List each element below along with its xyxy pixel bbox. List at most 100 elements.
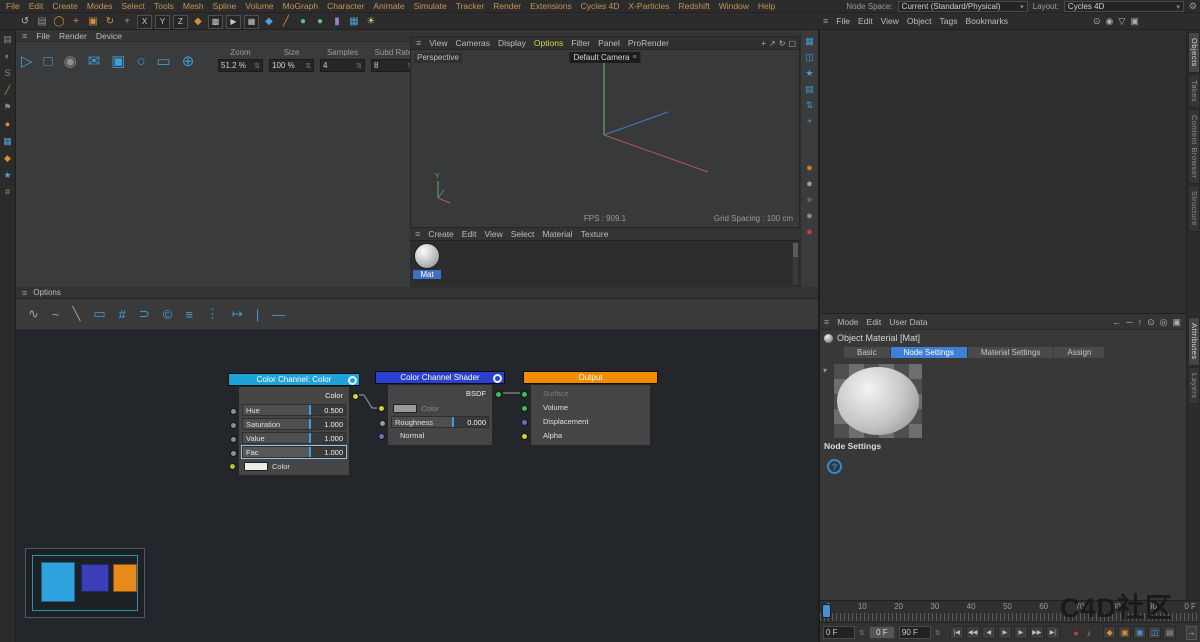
timeline-ruler[interactable]: 01020304050607080900 F [820, 600, 1200, 622]
z-axis-button[interactable]: Z [173, 15, 188, 29]
menu-item[interactable]: Volume [245, 1, 273, 11]
viewport-view[interactable]: Perspective Default Camera ≡ Y FPS : 909… [411, 50, 799, 227]
wrench-icon[interactable]: ⚙ [1189, 1, 1197, 12]
menu-item[interactable]: Bookmarks [965, 16, 1008, 26]
panel-icon[interactable]: ▣ [1172, 317, 1181, 328]
color-input-port[interactable] [229, 463, 236, 470]
marker-icon[interactable]: ● [5, 120, 10, 129]
menu-item[interactable]: Tags [939, 16, 957, 26]
menu-item[interactable]: File [36, 31, 50, 41]
parameter-row[interactable]: Fac 1.000 [242, 446, 346, 458]
color-swatch[interactable] [244, 462, 268, 471]
parameter-row[interactable]: Hue 0.500 [242, 404, 346, 416]
input-port[interactable] [521, 391, 528, 398]
rotate-icon[interactable]: ↻ [103, 15, 117, 29]
material-spheres-icon[interactable]: ◉ [64, 52, 77, 70]
circle-c-icon[interactable]: © [163, 307, 173, 322]
camera-slate-icon[interactable]: ▭ [157, 52, 171, 70]
menu-item[interactable]: Animate [373, 1, 404, 11]
stepper-icon[interactable]: ⇅ [356, 62, 362, 70]
frame-icon[interactable]: ▭ [93, 306, 105, 322]
split-view-icon[interactable]: ◫ [805, 53, 814, 62]
roughness-row[interactable]: Roughness 0.000 [391, 416, 489, 428]
panel-menu-icon[interactable]: ≡ [22, 288, 27, 298]
next-frame-button[interactable]: ▶ [1014, 626, 1028, 639]
menu-item[interactable]: Mode [837, 317, 858, 327]
star-icon[interactable]: ★ [805, 69, 813, 78]
tab-objects[interactable]: Objects [1188, 32, 1200, 73]
wire-soft-icon[interactable]: ~ [52, 307, 60, 322]
rotate-view-icon[interactable]: ↻ [779, 39, 786, 48]
tab-layers[interactable]: Layers [1188, 367, 1200, 405]
node-color-channel-color[interactable]: Color Channel: Color Color Hue 0.500 [228, 373, 360, 476]
menu-item[interactable]: Tools [154, 1, 174, 11]
input-port[interactable] [521, 405, 528, 412]
menu-item[interactable]: Modes [87, 1, 113, 11]
start-frame-field[interactable]: 0 F [869, 626, 895, 639]
hash-tool-icon[interactable]: # [5, 188, 10, 197]
distribute-icon[interactable]: | [256, 307, 259, 322]
render-play-icon[interactable]: ▷ [21, 52, 33, 70]
panel-menu-icon[interactable]: ≡ [823, 16, 828, 26]
menu-item[interactable]: Texture [581, 229, 609, 239]
menu-item[interactable]: Create [428, 229, 454, 239]
parameter-value[interactable]: 1.000 [311, 433, 345, 443]
play-button[interactable]: ▶ [998, 626, 1012, 639]
node-graph-canvas[interactable]: Color Channel: Color Color Hue 0.500 [16, 331, 818, 642]
menu-item[interactable]: Select [511, 229, 535, 239]
filter-icon[interactable]: ▽ [1118, 16, 1125, 27]
goto-end-button[interactable]: ▶| [1046, 626, 1060, 639]
plus-icon[interactable]: + [807, 117, 812, 126]
stepper-icon[interactable]: ⇅ [305, 62, 311, 70]
menu-item[interactable]: ProRender [628, 38, 669, 48]
input-port[interactable] [230, 422, 237, 429]
parameter-value[interactable]: 0.000 [454, 417, 488, 427]
menu-item[interactable]: Cycles 4D [581, 1, 620, 11]
menu-item[interactable]: Render [493, 1, 521, 11]
scale-icon[interactable]: ▣ [86, 15, 100, 29]
light-icon[interactable]: ☀ [364, 15, 378, 29]
menu-item[interactable]: Edit [462, 229, 477, 239]
render-region-icon[interactable]: □ [44, 53, 53, 70]
object-manager[interactable] [820, 30, 1186, 313]
menu-item[interactable]: Edit [867, 317, 882, 327]
bsdf-output-port[interactable] [495, 391, 502, 398]
roughness-input-port[interactable] [379, 420, 386, 427]
collapse-icon[interactable]: — [272, 307, 285, 322]
menu-item[interactable]: Tracker [456, 1, 485, 11]
node-color-channel-shader[interactable]: Color Channel Shader BSDF Color [375, 371, 505, 446]
menu-item[interactable]: View [881, 16, 899, 26]
node-output[interactable]: Output Surface Volume Displacement [523, 371, 658, 446]
texture-light-icon[interactable]: ● [806, 212, 813, 221]
menu-item[interactable]: Character [327, 1, 364, 11]
end-frame-field[interactable]: 90 F [899, 626, 931, 639]
current-frame-field[interactable]: 0 F [823, 626, 855, 639]
align-left-icon[interactable]: ≡ [185, 307, 193, 322]
menu-item[interactable]: Object [907, 16, 932, 26]
color-output-port[interactable] [352, 393, 359, 400]
parameter-row[interactable]: Saturation 1.000 [242, 418, 346, 430]
mail-icon[interactable]: ✉ [88, 52, 101, 70]
expander-icon[interactable]: ▾ [823, 366, 827, 375]
pen-tool-icon[interactable]: ╱ [5, 86, 10, 95]
menu-item[interactable]: View [429, 38, 447, 48]
tab-attributes[interactable]: Attributes [1188, 317, 1200, 366]
tab-assign[interactable]: Assign [1054, 347, 1104, 358]
texture-dark-icon[interactable]: ● [806, 196, 813, 205]
prev-key-button[interactable]: ◀◀ [966, 626, 980, 639]
parameter-value[interactable]: 1.000 [311, 419, 345, 429]
spheres-icon[interactable]: ● [296, 15, 310, 29]
display-icon[interactable]: ▦ [347, 15, 361, 29]
position-key-icon[interactable]: ▣ [1133, 626, 1146, 639]
texture-orange-icon[interactable]: ● [806, 164, 813, 173]
focus-icon[interactable]: ⊕ [182, 52, 195, 70]
goto-start-button[interactable]: |◀ [950, 626, 964, 639]
layout-icon[interactable]: ▤ [3, 35, 12, 44]
up-arrow-icon[interactable]: ↑ [1138, 317, 1143, 327]
save-icon[interactable]: ▣ [111, 52, 125, 70]
panel-menu-icon[interactable]: ≡ [415, 229, 420, 239]
menu-item[interactable]: Create [52, 1, 78, 11]
node-preview-toggle[interactable] [493, 374, 502, 383]
panel-menu-icon[interactable]: ≡ [416, 38, 421, 48]
brush-icon[interactable]: ◐ [5, 52, 10, 61]
